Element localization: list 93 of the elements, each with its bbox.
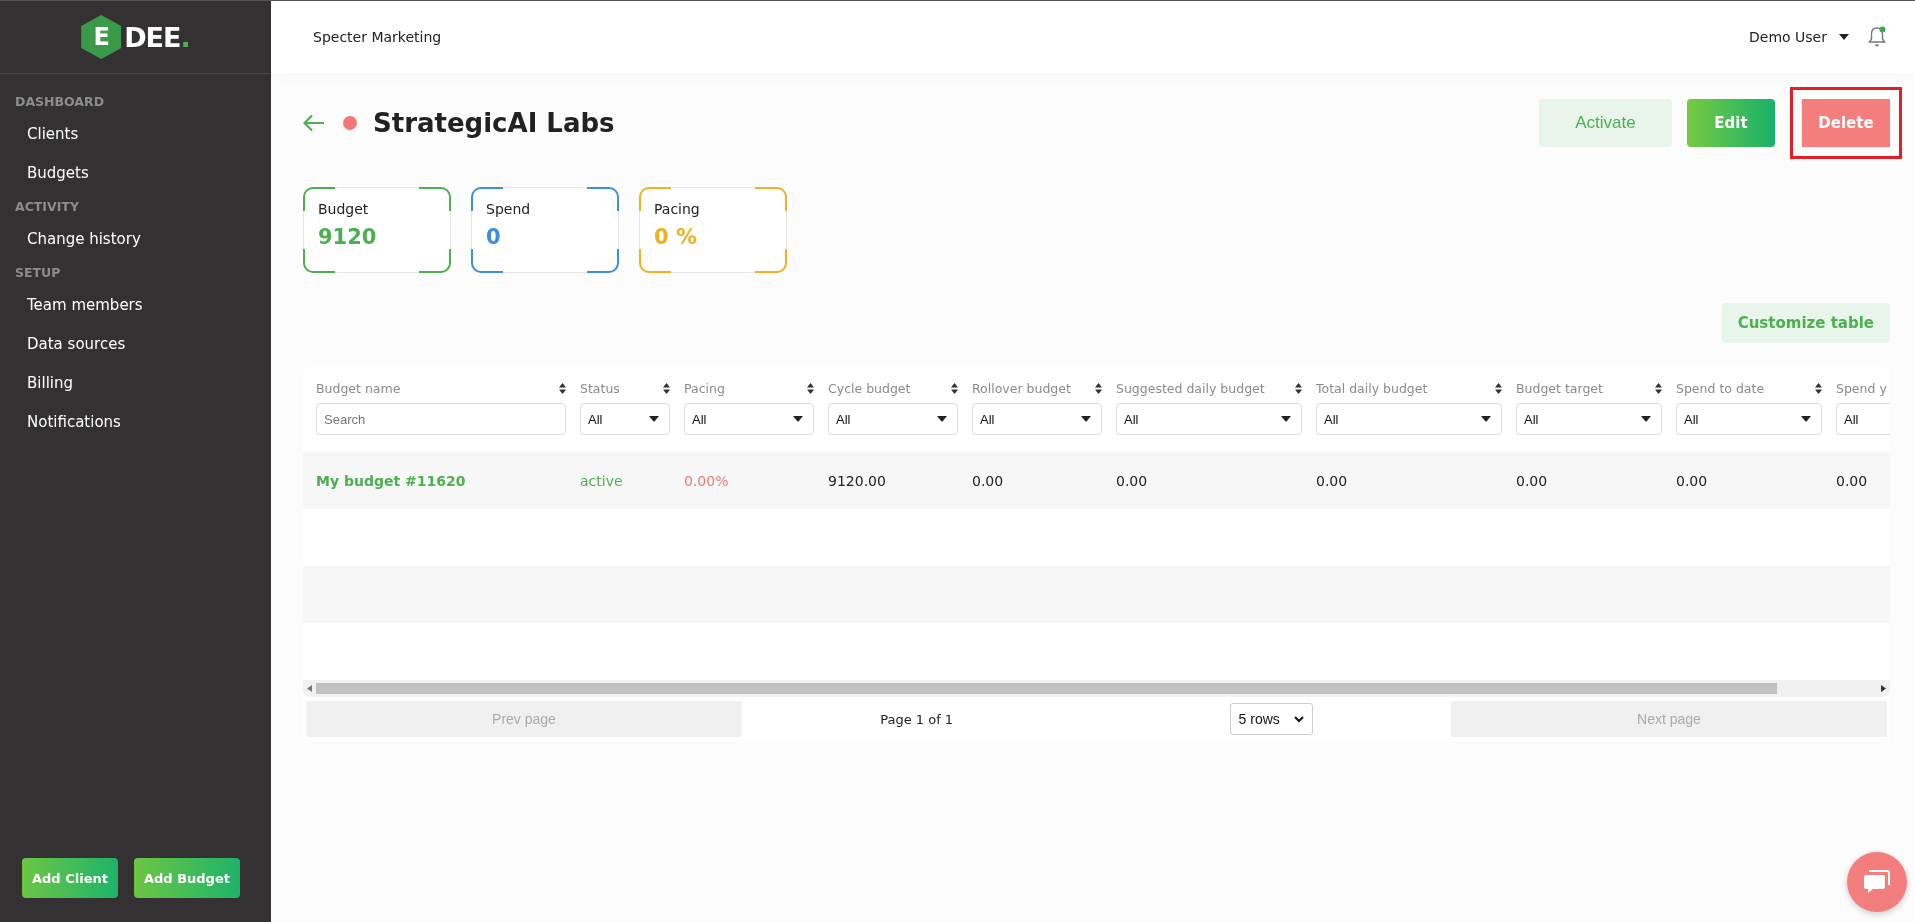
column-header[interactable]: Spend to date [1676,380,1765,396]
caret-icon [1641,416,1651,422]
status-text: active [580,471,624,491]
filter-dropdown[interactable]: All [1836,403,1890,435]
sidebar-item[interactable]: Clients [0,115,271,154]
column-header[interactable]: Rollover budget [972,380,1071,396]
caret-icon [937,416,947,422]
corner-accent [419,249,451,273]
sort-icon [807,382,814,394]
corner-accent [587,249,619,273]
sidebar-item[interactable]: Billing [0,364,271,403]
customize-table-button[interactable]: Customize table [1721,303,1890,343]
table-cell-text: 9120.00 [828,471,887,491]
corner-accent [471,249,503,273]
scroll-right-icon[interactable] [1881,685,1886,692]
action-button[interactable]: Edit [1687,99,1775,147]
scroll-left-icon[interactable] [307,685,312,692]
caret-icon [1081,416,1091,422]
filter-dropdown[interactable]: All [1676,403,1822,435]
corner-accent [755,249,787,273]
sort-icon [1815,382,1822,394]
sidebar-item[interactable]: Notifications [0,403,271,442]
sort-icon [1095,382,1102,394]
stat-label: Pacing [654,201,701,217]
column-header[interactable]: Pacing [684,380,725,396]
budget-link[interactable]: My budget #11620 [316,452,580,509]
caret-icon [1481,416,1491,422]
logo: E DEE. [81,15,190,59]
horizontal-scrollbar[interactable] [303,680,1890,697]
caret-icon [1281,416,1291,422]
table-cell-text: 0.00 [1836,471,1869,491]
stat-value: 9120 [318,225,378,249]
chat-bubble-icon [1863,869,1891,895]
table-cell-text: 0.00 [1676,471,1709,491]
stat-label: Spend [486,201,532,217]
caret-icon [793,416,803,422]
company-name: Specter Marketing [313,29,443,45]
filter-dropdown[interactable]: All [972,403,1102,435]
section-heading: DASHBOARD [14,93,105,111]
corner-accent [303,249,335,273]
action-button[interactable]: Activate [1539,99,1672,147]
column-header[interactable]: Suggested daily budget [1116,380,1265,396]
sidebar-item[interactable]: Budgets [0,154,271,193]
add-button[interactable]: Add Budget [133,858,240,898]
caret-icon [1801,416,1811,422]
caret-icon [649,416,659,422]
back-arrow-icon[interactable] [303,114,325,132]
column-header[interactable]: Status [580,380,620,396]
user-menu[interactable]: Demo User [1749,29,1849,45]
filter-dropdown[interactable]: All [828,403,958,435]
sidebar-item[interactable]: Data sources [0,325,271,364]
chat-button[interactable] [1847,852,1907,912]
stat-value: 0 % [654,225,698,249]
sort-icon [1295,382,1302,394]
section-heading: SETUP [14,264,62,282]
table-cell-text: 0.00 [1316,471,1349,491]
sort-icon [1655,382,1662,394]
sidebar-item[interactable]: Change history [0,220,271,259]
column-header[interactable]: Spend y [1836,380,1887,396]
filter-dropdown[interactable]: All [1516,403,1662,435]
corner-accent [755,187,787,211]
add-button[interactable]: Add Client [22,858,118,898]
table-cell-text: 0.00 [1116,471,1149,491]
sort-icon [1495,382,1502,394]
corner-accent [639,249,671,273]
action-button[interactable]: Delete [1790,87,1902,159]
corner-accent [587,187,619,211]
chevron-down-icon [1293,715,1304,723]
table-cell-text: 0.00% [684,471,730,491]
stat-value: 0 [486,225,502,249]
column-header[interactable]: Total daily budget [1316,380,1428,396]
sort-icon [663,382,670,394]
page-indicator: Page 1 of 1 [880,711,954,727]
sort-icon [559,382,566,394]
corner-accent [419,187,451,211]
filter-dropdown[interactable]: All [1316,403,1502,435]
filter-dropdown[interactable]: All [1116,403,1302,435]
filter-dropdown[interactable]: All [684,403,814,435]
search-field[interactable]: Search [316,403,566,435]
section-heading: ACTIVITY [14,198,80,216]
stat-label: Budget [318,201,370,217]
bell-icon[interactable] [1867,26,1887,48]
table-cell-text: 0.00 [972,471,1005,491]
filter-dropdown[interactable]: All [580,403,670,435]
sidebar-item[interactable]: Team members [0,286,271,325]
sort-icon [951,382,958,394]
column-header[interactable]: Budget target [1516,380,1603,396]
caret-icon [1839,34,1849,40]
rows-per-page-dropdown[interactable]: 5 rows [1229,703,1313,735]
column-header[interactable]: Cycle budget [828,380,911,396]
column-header[interactable]: Budget name [316,380,401,396]
client-name: StrategicAI Labs [373,108,616,138]
table-cell-text: 0.00 [1516,471,1549,491]
